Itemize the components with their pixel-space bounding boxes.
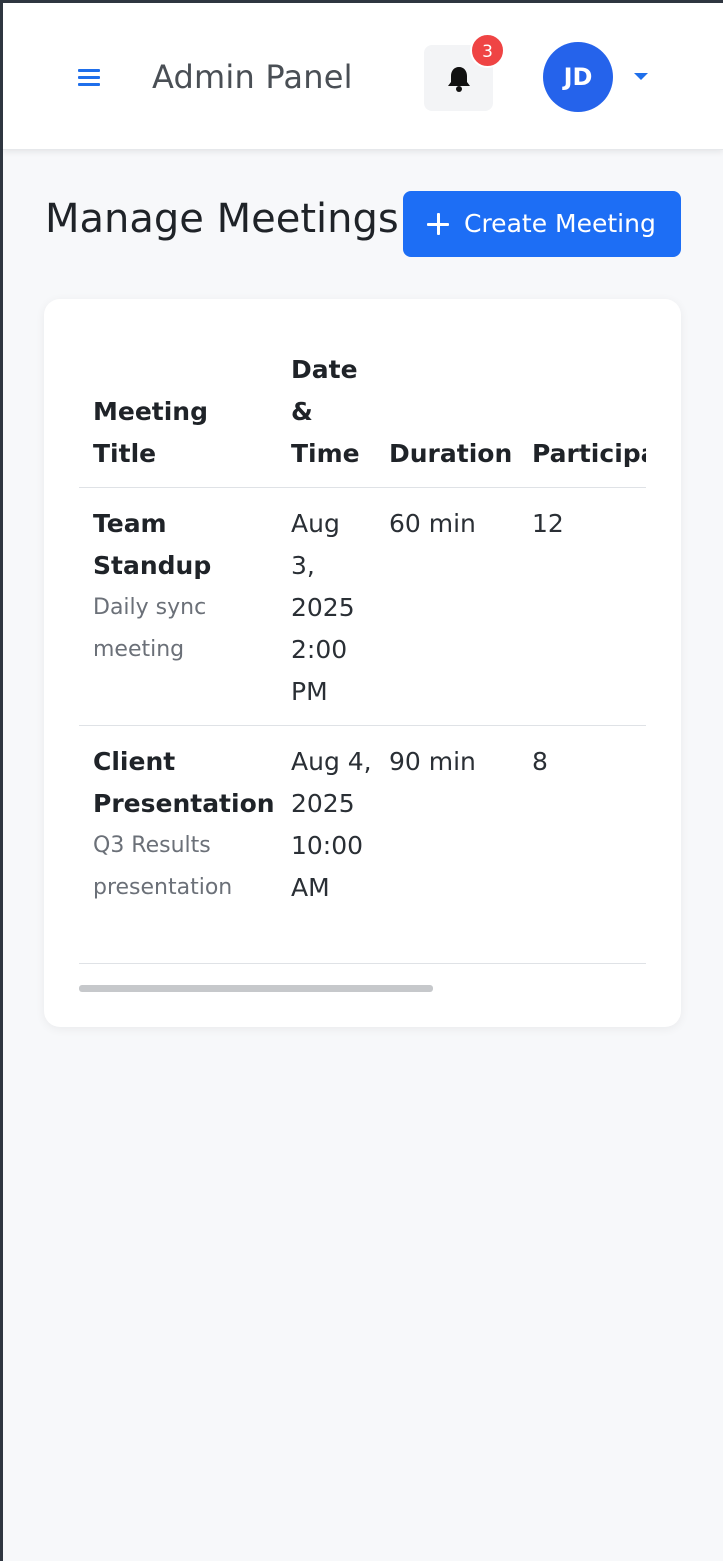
meeting-participants: 8 xyxy=(532,747,548,776)
column-header-datetime[interactable]: Date & Time xyxy=(291,349,361,475)
bell-icon xyxy=(448,67,470,92)
column-header-duration[interactable]: Duration xyxy=(389,433,512,475)
app-title: Admin Panel xyxy=(152,58,353,96)
header-divider xyxy=(79,487,646,488)
meeting-datetime: Aug 4, 2025 10:00 AM xyxy=(291,747,372,902)
row-divider xyxy=(79,725,646,726)
meeting-duration: 60 min xyxy=(389,509,476,538)
meeting-participants: 12 xyxy=(532,509,564,538)
page-title: Manage Meetings xyxy=(45,196,399,242)
column-header-participants[interactable]: Participa xyxy=(532,433,646,475)
app-frame: Admin Panel 3 JD Manage Meetings Create … xyxy=(3,3,723,1561)
row-divider xyxy=(79,963,646,964)
top-navbar: Admin Panel 3 JD xyxy=(3,3,723,150)
plus-icon xyxy=(427,213,449,235)
user-avatar[interactable]: JD xyxy=(543,42,613,112)
meeting-title[interactable]: Client Presentation xyxy=(93,741,283,825)
meeting-subtitle: Q3 Results presentation xyxy=(93,833,233,900)
create-meeting-button[interactable]: Create Meeting xyxy=(403,191,681,257)
meeting-duration: 90 min xyxy=(389,747,476,776)
meetings-card: Meeting Title Date & Time Duration Parti… xyxy=(44,299,681,1027)
create-meeting-label: Create Meeting xyxy=(464,209,656,238)
chevron-down-icon[interactable] xyxy=(634,73,648,80)
meeting-title[interactable]: Team Standup xyxy=(93,503,253,587)
meeting-subtitle: Daily sync meeting xyxy=(93,595,207,662)
meeting-datetime: Aug 3, 2025 2:00 PM xyxy=(291,509,355,706)
column-header-title[interactable]: Meeting Title xyxy=(93,391,253,475)
notification-badge: 3 xyxy=(470,33,505,68)
horizontal-scrollbar[interactable] xyxy=(79,985,433,992)
menu-icon[interactable] xyxy=(76,67,102,87)
meetings-table[interactable]: Meeting Title Date & Time Duration Parti… xyxy=(79,339,646,969)
